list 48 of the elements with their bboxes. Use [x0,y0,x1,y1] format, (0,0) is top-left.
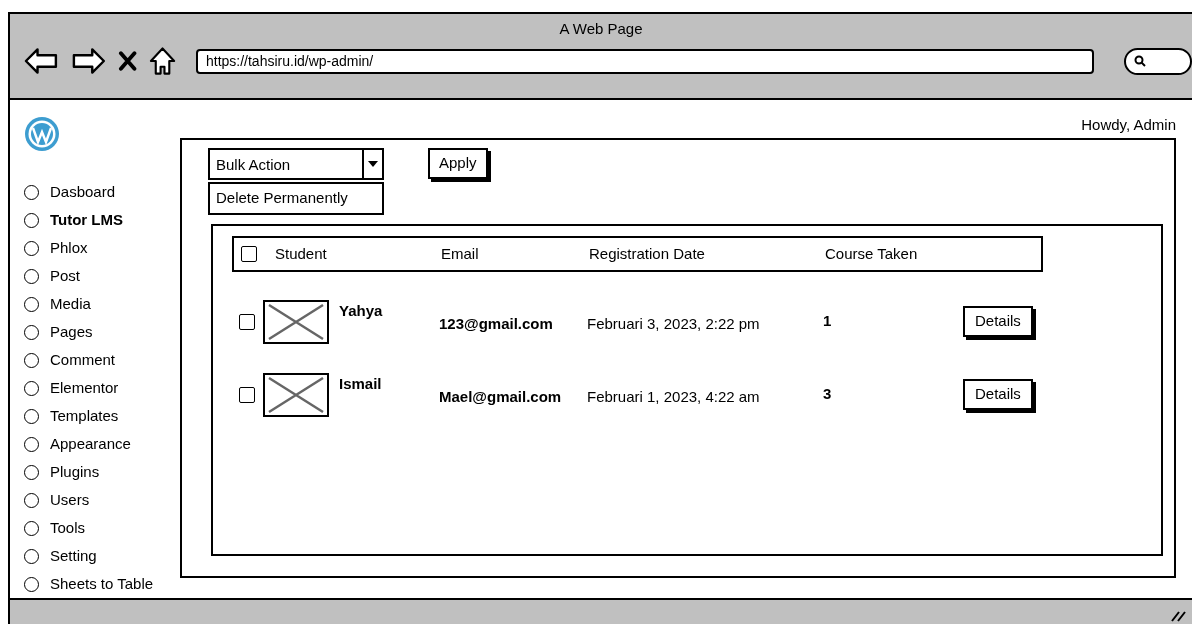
apply-button[interactable]: Apply [428,148,488,179]
column-header: Email [441,243,480,264]
column-header: Registration Date [589,243,706,264]
email-cell-text: 123@gmail.com [439,314,554,335]
image-placeholder-icon [263,299,329,344]
sidebar-item[interactable]: Sheets to Table [50,572,154,596]
student-name: Yahya [339,300,383,321]
address-field[interactable]: https://tahsiru.id/wp-admin/ [195,48,1094,74]
sidebar-item[interactable]: Appearance [50,432,131,456]
date-cell-text: Februari 1, 2023, 4:22 am [587,387,761,408]
close-icon[interactable] [117,50,137,72]
sidebar-item[interactable]: Templates [50,404,119,428]
search-field[interactable] [1123,47,1192,75]
sidebar-item[interactable]: Dasboard [50,180,116,204]
sidebar-item[interactable]: Plugins [50,460,100,484]
date-cell-text: Februari 3, 2023, 2:22 pm [587,314,761,335]
forward-icon[interactable] [70,47,106,75]
home-icon[interactable] [148,46,176,76]
sidebar-item[interactable]: Comment [50,348,116,372]
sidebar-item[interactable]: Setting [50,544,97,568]
column-header: Student [275,243,328,264]
search-icon [1133,55,1146,67]
checkbox[interactable] [239,386,255,403]
sidebar-item[interactable]: Tools [50,516,86,540]
sidebar-item[interactable]: Pages [50,320,93,344]
checkbox[interactable] [241,246,257,262]
logo-icon [24,116,60,152]
checkbox[interactable] [239,313,255,330]
sidebar-item[interactable]: Media [50,292,91,316]
course-count: 1 [823,311,833,332]
sidebar-item[interactable]: Post [50,264,80,288]
window-title: A Web Page [558,19,644,39]
column-header: Course Taken [825,243,919,264]
greeting-text: Howdy, Admin [1081,115,1176,135]
back-icon[interactable] [24,47,59,75]
details-button[interactable]: Details [963,379,1033,410]
details-button[interactable]: Details [963,306,1033,337]
dropdown-option[interactable]: Delete Permanently [208,182,384,215]
sidebar-item[interactable]: Tutor LMS [50,208,124,232]
bulk-action-dropdown[interactable]: Bulk Action [208,148,384,180]
student-name: Ismail [339,373,382,394]
sidebar-item[interactable]: Elementor [50,376,119,400]
email-cell-text: Mael@gmail.com [439,387,563,408]
image-placeholder-icon [263,372,329,417]
course-count: 3 [823,384,833,405]
sidebar-item[interactable]: Users [50,488,90,512]
caret-icon [368,161,378,167]
sidebar-item[interactable]: Phlox [50,236,88,260]
